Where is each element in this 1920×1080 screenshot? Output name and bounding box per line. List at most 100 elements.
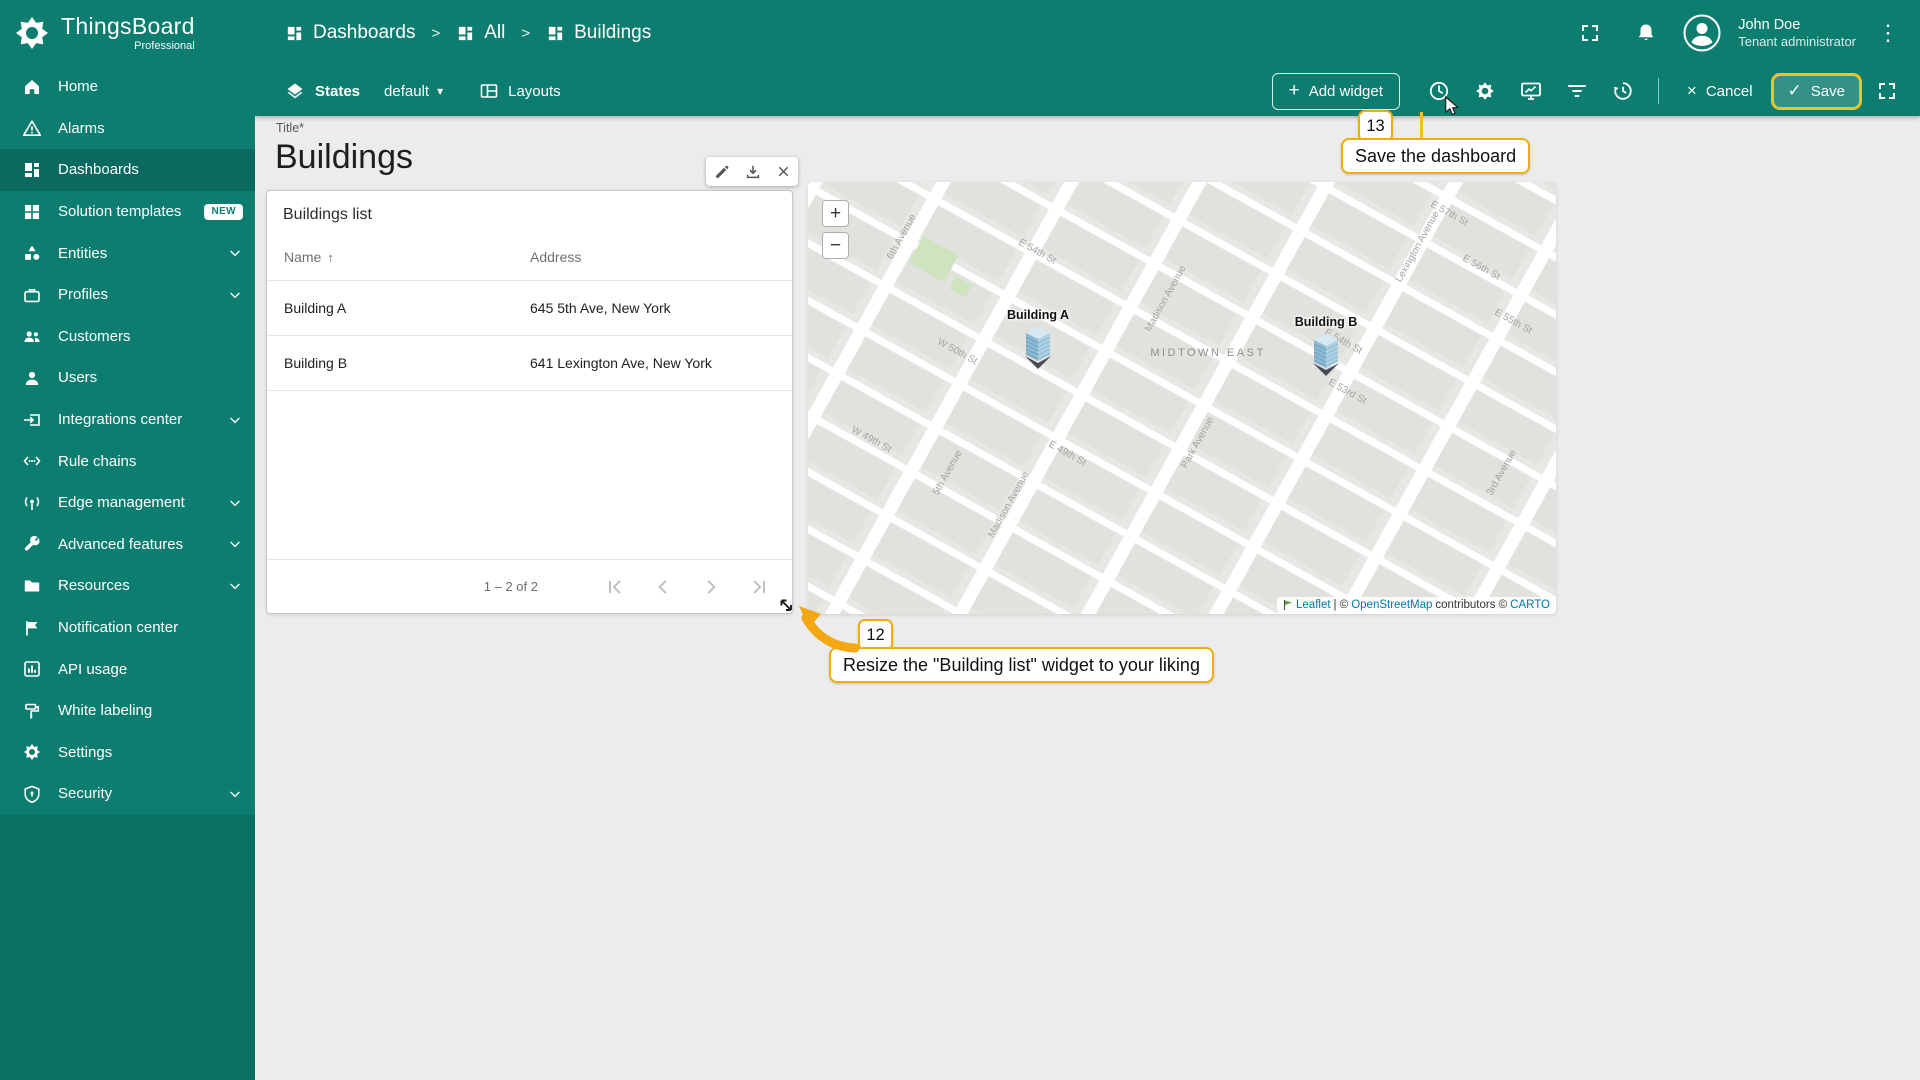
thingsboard-logo-icon xyxy=(16,17,48,49)
map-zoom-control: + − xyxy=(822,200,849,264)
user-menu[interactable]: John Doe Tenant administrator xyxy=(1738,16,1856,50)
openstreetmap-link[interactable]: OpenStreetMap xyxy=(1351,599,1432,611)
building-marker-a[interactable] xyxy=(1023,324,1053,370)
map-canvas[interactable]: E 57th St E 56th St E 55th St E 54th St … xyxy=(808,182,1556,614)
profiles-icon xyxy=(24,288,40,302)
sidebar-item-profiles[interactable]: Profiles xyxy=(0,274,255,316)
sidebar-item-api-usage[interactable]: API usage xyxy=(0,648,255,690)
api-usage-icon xyxy=(24,661,40,677)
mouse-cursor xyxy=(1445,96,1459,116)
caret-down-icon: ▾ xyxy=(437,84,444,98)
layouts-icon xyxy=(480,84,498,98)
pagination-first-button[interactable] xyxy=(602,574,628,600)
pagination: 1 – 2 of 2 xyxy=(267,559,792,613)
zoom-out-button[interactable]: − xyxy=(822,232,849,259)
breadcrumb-buildings[interactable]: Buildings xyxy=(546,22,651,44)
chevron-down-icon xyxy=(230,292,240,299)
avatar[interactable] xyxy=(1682,13,1722,53)
dashboards-icon xyxy=(287,26,302,40)
breadcrumb-dashboards[interactable]: Dashboards xyxy=(285,22,415,44)
carto-link[interactable]: CARTO xyxy=(1510,599,1550,611)
fullscreen-icon xyxy=(1582,25,1599,41)
chevron-down-icon xyxy=(230,583,240,590)
shield-icon xyxy=(24,785,40,803)
save-button[interactable]: ✓ Save xyxy=(1770,72,1862,110)
widget-actions-toolbar xyxy=(706,157,798,186)
layouts-button[interactable]: Layouts xyxy=(479,81,561,101)
chevron-down-icon xyxy=(230,791,240,798)
sidebar-item-customers[interactable]: Customers xyxy=(0,316,255,358)
sidebar-item-dashboards[interactable]: Dashboards xyxy=(0,149,255,191)
download-icon xyxy=(746,165,759,178)
download-widget-button[interactable] xyxy=(744,163,762,181)
advanced-features-icon xyxy=(24,536,40,551)
column-header-name[interactable]: Name ↑ xyxy=(267,233,529,281)
customers-icon xyxy=(24,331,40,343)
column-header-address[interactable]: Address xyxy=(529,233,792,281)
pagination-range: 1 – 2 of 2 xyxy=(483,579,538,594)
thingsboard-app: ThingsBoard Professional Home Alarms Das… xyxy=(0,0,1920,1080)
dashboard-title-label: Title* xyxy=(276,121,305,135)
white-labeling-icon xyxy=(25,703,39,719)
sidebar-item-integrations-center[interactable]: Integrations center xyxy=(0,399,255,441)
leaflet-link[interactable]: Leaflet xyxy=(1296,599,1331,611)
annotation-arrow xyxy=(799,606,860,653)
version-history-button[interactable] xyxy=(1602,70,1644,112)
sidebar-item-advanced-features[interactable]: Advanced features xyxy=(0,524,255,566)
sidebar-item-rule-chains[interactable]: Rule chains xyxy=(0,440,255,482)
zoom-in-button[interactable]: + xyxy=(822,200,849,227)
chevron-right-icon xyxy=(707,579,716,594)
pagination-next-button[interactable] xyxy=(698,574,724,600)
history-icon xyxy=(1613,82,1632,100)
remove-widget-button[interactable] xyxy=(775,163,792,180)
toolbar-left: States default ▾ Layouts xyxy=(285,81,561,101)
chevron-left-icon xyxy=(658,579,667,594)
edit-widget-button[interactable] xyxy=(713,163,731,181)
sidebar: ThingsBoard Professional Home Alarms Das… xyxy=(0,0,255,1080)
fullscreen-button[interactable] xyxy=(1570,13,1610,53)
filters-button[interactable] xyxy=(1556,70,1598,112)
integrations-icon xyxy=(24,413,40,426)
app-logo[interactable]: ThingsBoard Professional xyxy=(0,0,255,66)
chevron-down-icon xyxy=(230,542,240,548)
pagination-last-button[interactable] xyxy=(746,574,772,600)
dashboard-group-icon xyxy=(459,26,473,40)
sidebar-item-notification-center[interactable]: Notification center xyxy=(0,607,255,649)
cancel-button[interactable]: × Cancel xyxy=(1673,73,1767,110)
filter-icon xyxy=(1567,85,1586,97)
sidebar-item-entities[interactable]: Entities xyxy=(0,232,255,274)
annotation-connector xyxy=(1420,112,1423,139)
building-marker-b[interactable] xyxy=(1311,331,1341,377)
sidebar-item-edge-management[interactable]: Edge management xyxy=(0,482,255,524)
entity-aliases-button[interactable] xyxy=(1510,70,1552,112)
dashboard-settings-button[interactable] xyxy=(1464,70,1506,112)
first-page-icon xyxy=(609,579,621,594)
sidebar-item-white-labeling[interactable]: White labeling xyxy=(0,690,255,732)
breadcrumb-all[interactable]: All xyxy=(456,22,505,44)
sidebar-item-users[interactable]: Users xyxy=(0,357,255,399)
edge-management-icon xyxy=(24,496,40,510)
expand-fullscreen-button[interactable] xyxy=(1866,70,1908,112)
toolbar-right: + Add widget × Cancel ✓ Save xyxy=(1271,70,1908,112)
notification-flag-icon xyxy=(26,620,38,636)
sidebar-item-resources[interactable]: Resources xyxy=(0,565,255,607)
map-widget[interactable]: E 57th St E 56th St E 55th St E 54th St … xyxy=(808,182,1556,614)
table-row-building-b[interactable]: Building B 641 Lexington Ave, New York xyxy=(267,335,792,391)
more-options-button[interactable]: ⋮ xyxy=(1872,20,1904,46)
sidebar-item-alarms[interactable]: Alarms xyxy=(0,108,255,150)
sidebar-item-settings[interactable]: Settings xyxy=(0,732,255,774)
close-icon xyxy=(778,166,788,177)
dashboard-toolbar: States default ▾ Layouts + Add widget × … xyxy=(255,66,1920,116)
notifications-button[interactable] xyxy=(1626,13,1666,53)
table-row-building-a[interactable]: Building A 645 5th Ave, New York xyxy=(267,280,792,336)
sidebar-item-security[interactable]: Security xyxy=(0,773,255,815)
state-select[interactable]: default ▾ xyxy=(384,83,443,100)
entities-icon xyxy=(25,245,40,261)
dashboard-title-field[interactable]: Buildings xyxy=(275,138,413,177)
pagination-prev-button[interactable] xyxy=(650,574,676,600)
sidebar-item-home[interactable]: Home xyxy=(0,66,255,108)
states-label: States xyxy=(315,82,361,100)
sidebar-item-solution-templates[interactable]: Solution templates NEW xyxy=(0,191,255,233)
chevron-down-icon xyxy=(230,500,240,507)
add-widget-button[interactable]: + Add widget xyxy=(1271,72,1400,110)
